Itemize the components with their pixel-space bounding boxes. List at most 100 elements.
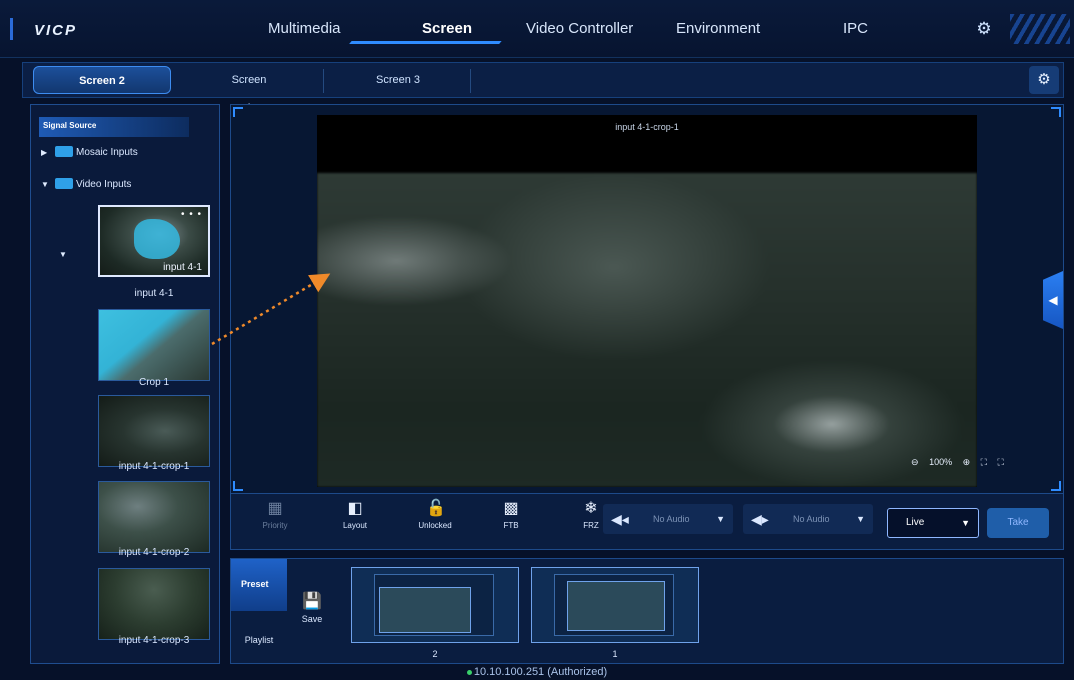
preset-window xyxy=(567,581,665,631)
decorative-stripes xyxy=(1010,14,1070,44)
collapse-panel-icon[interactable]: ◀ xyxy=(1043,271,1063,329)
layout-label: Layout xyxy=(342,521,368,530)
preset-layout-frame xyxy=(374,574,494,636)
ftb-icon: ▩ xyxy=(503,500,519,517)
save-icon: 💾 xyxy=(302,593,322,610)
fit-screen-icon[interactable]: ⛶ xyxy=(981,457,987,467)
corner-marker xyxy=(1051,481,1061,491)
corner-marker xyxy=(233,107,243,117)
thumbnail-label: input 4-1-crop-2 xyxy=(118,547,190,558)
tab-divider xyxy=(323,69,324,93)
crop-thumbnail[interactable] xyxy=(98,309,210,381)
gear-icon[interactable]: ⚙ xyxy=(975,20,993,38)
corner-marker xyxy=(1051,107,1061,117)
thumbnail-label: Crop 1 xyxy=(138,377,169,388)
logo-accent xyxy=(10,18,13,40)
audio-out-icon: ◀▸ xyxy=(751,511,769,527)
preset-number: 1 xyxy=(612,649,618,659)
tab-video-controller[interactable]: Video Controller xyxy=(526,20,633,37)
zoom-controls: ⊖ 100% ⊕ ⛶ ⛶ xyxy=(911,457,1012,468)
tab-preset[interactable]: Preset xyxy=(231,559,287,611)
signal-source-title: Signal Source xyxy=(39,117,189,137)
preset-panel: Preset Playlist 💾 Save 2 1 xyxy=(230,558,1064,664)
top-navigation-bar: VICP Multimedia Screen Video Controller … xyxy=(0,0,1074,58)
preset-card[interactable] xyxy=(351,567,519,643)
preset-window xyxy=(379,587,471,633)
caret-right-icon[interactable]: ▶ xyxy=(41,145,55,161)
caret-down-icon[interactable]: ▼ xyxy=(59,247,73,263)
tab-playlist[interactable]: Playlist xyxy=(231,611,287,663)
thumbnail-label: input 4-1 xyxy=(134,288,174,299)
crop-region-highlight xyxy=(134,219,180,259)
app-logo: VICP xyxy=(34,22,78,39)
tab-multimedia[interactable]: Multimedia xyxy=(268,20,341,37)
connection-status-indicator xyxy=(466,669,472,675)
tab-screen[interactable]: Screen xyxy=(422,20,472,37)
more-options-icon[interactable]: • • • xyxy=(181,209,202,220)
audio-in-value: No Audio xyxy=(653,514,690,524)
tab-divider xyxy=(470,69,471,93)
audio-out-value: No Audio xyxy=(793,514,830,524)
zoom-out-icon[interactable]: ⊖ xyxy=(911,457,919,467)
corner-marker xyxy=(233,481,243,491)
video-frame xyxy=(317,173,977,487)
frz-label: FRZ xyxy=(583,521,599,530)
unlocked-label: Unlocked xyxy=(418,521,452,530)
thumbnail-label: input 4-1-crop-1 xyxy=(118,461,190,472)
folder-icon xyxy=(55,177,73,189)
preset-number: 2 xyxy=(432,649,438,659)
audio-input-select[interactable]: ◀◂ No Audio ▼ xyxy=(603,504,733,534)
window-title: input 4-1-crop-1 xyxy=(615,122,679,132)
tree-folder-video-inputs[interactable]: ▼ Video Inputs xyxy=(41,177,131,193)
caret-down-icon[interactable]: ▼ xyxy=(41,177,55,193)
audio-output-select[interactable]: ◀▸ No Audio ▼ xyxy=(743,504,873,534)
ftb-button[interactable]: ▩ FTB xyxy=(481,500,541,530)
tab-environment[interactable]: Environment xyxy=(676,20,760,37)
screen-settings-gear-icon[interactable]: ⚙ xyxy=(1029,66,1059,94)
zoom-level: 100% xyxy=(929,457,953,467)
priority-icon: ▦ xyxy=(267,500,283,517)
save-preset-button[interactable]: 💾 Save xyxy=(297,591,327,624)
preset-layout-frame xyxy=(554,574,674,636)
tree-folder-mosaic-inputs[interactable]: ▶ Mosaic Inputs xyxy=(41,145,138,161)
chevron-down-icon: ▼ xyxy=(961,518,970,528)
tab-screen-3[interactable]: Screen 3 xyxy=(373,66,423,94)
chevron-down-icon: ▼ xyxy=(716,514,725,524)
layout-button[interactable]: ◧ Layout xyxy=(325,500,385,530)
status-bar: 10.10.100.251 (Authorized) xyxy=(0,666,1074,678)
take-button[interactable]: Take xyxy=(987,508,1049,538)
folder-label: Mosaic Inputs xyxy=(76,147,138,158)
screen-preview-canvas[interactable]: input 4-1-crop-1 ⊖ 100% ⊕ ⛶ ⛶ ◀ xyxy=(230,104,1064,494)
crop-thumbnail[interactable] xyxy=(98,568,210,640)
ftb-label: FTB xyxy=(503,521,519,530)
zoom-in-icon[interactable]: ⊕ xyxy=(963,457,971,467)
unlock-icon: 🔓 xyxy=(426,500,446,517)
priority-label: Priority xyxy=(262,521,288,530)
video-window[interactable]: input 4-1-crop-1 xyxy=(317,115,977,487)
fullscreen-icon[interactable]: ⛶ xyxy=(998,457,1004,467)
mode-select[interactable]: Live ▼ xyxy=(887,508,979,538)
signal-source-panel: Signal Source ▶ Mosaic Inputs ▼ Video Inpu… xyxy=(30,104,220,664)
preset-card[interactable] xyxy=(531,567,699,643)
connection-status: 10.10.100.251 (Authorized) xyxy=(473,666,608,678)
screen-tab-bar: Screen 2 Screen 1 Screen 3 ⚙ xyxy=(22,62,1064,114)
input-thumbnail[interactable]: • • • input 4-1 xyxy=(98,205,210,277)
layout-icon: ◧ xyxy=(347,500,363,517)
snowflake-icon: ❄ xyxy=(584,500,598,517)
crop-thumbnail[interactable] xyxy=(98,395,210,467)
folder-label: Video Inputs xyxy=(76,179,132,190)
thumbnail-label: input 4-1-crop-3 xyxy=(118,635,190,646)
unlocked-button[interactable]: 🔓 Unlocked xyxy=(405,500,465,530)
tab-ipc[interactable]: IPC xyxy=(843,20,868,37)
priority-button[interactable]: ▦ Priority xyxy=(245,500,305,530)
tab-screen-2[interactable]: Screen 2 xyxy=(33,66,171,94)
tab-screen-1[interactable]: Screen 1 xyxy=(229,66,269,114)
mode-value: Live xyxy=(906,517,925,528)
crop-thumbnail[interactable] xyxy=(98,481,210,553)
chevron-down-icon: ▼ xyxy=(856,514,865,524)
audio-in-icon: ◀◂ xyxy=(611,511,629,527)
control-toolbar: ▦ Priority ◧ Layout 🔓 Unlocked ▩ FTB ❄ FRZ ◀◂… xyxy=(230,494,1064,550)
save-label: Save xyxy=(301,614,323,624)
folder-icon xyxy=(55,145,73,157)
thumbnail-overlay-label: input 4-1 xyxy=(163,262,202,273)
